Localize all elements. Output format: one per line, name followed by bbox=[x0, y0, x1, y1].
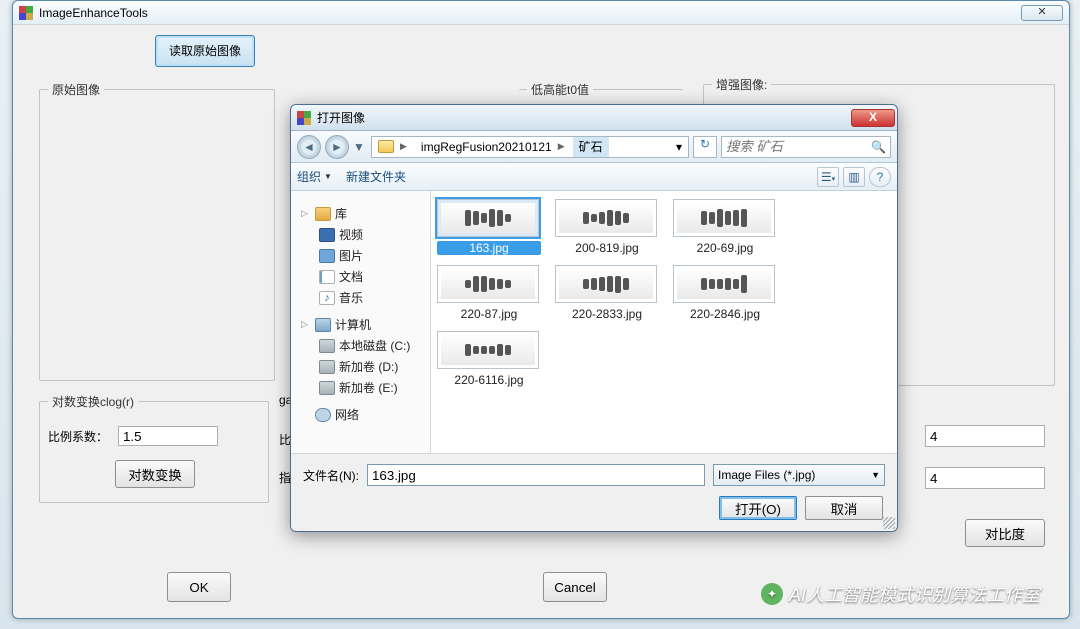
sidebar-music[interactable]: ♪音乐 bbox=[293, 287, 428, 308]
crumb-1[interactable]: imgRegFusion20210121 bbox=[421, 140, 552, 154]
main-titlebar: ImageEnhanceTools ✕ bbox=[13, 1, 1069, 25]
scale-input[interactable] bbox=[118, 426, 218, 446]
dialog-title: 打开图像 bbox=[317, 109, 365, 126]
crumb-dropdown[interactable]: ▾ bbox=[670, 137, 688, 157]
resize-grip[interactable] bbox=[883, 517, 895, 529]
file-item[interactable]: 200-819.jpg bbox=[555, 199, 659, 255]
file-item[interactable]: 220-87.jpg bbox=[437, 265, 541, 321]
contrast-button[interactable]: 对比度 bbox=[965, 519, 1045, 547]
folder-icon bbox=[378, 140, 394, 153]
cancel-button[interactable]: Cancel bbox=[543, 572, 607, 602]
search-icon: 🔍 bbox=[871, 140, 886, 154]
file-item[interactable]: 220-69.jpg bbox=[673, 199, 777, 255]
sidebar-network[interactable]: 网络 bbox=[293, 404, 428, 425]
watermark: ✦ AI人工智能模式识别算法工作室 bbox=[761, 581, 1040, 607]
filename-input[interactable] bbox=[367, 464, 705, 486]
sidebar-library[interactable]: ▷库 bbox=[293, 203, 428, 224]
filename-label: 文件名(N): bbox=[303, 467, 359, 484]
file-item[interactable]: 220-2846.jpg bbox=[673, 265, 777, 321]
filetype-filter[interactable]: Image Files (*.jpg)▼ bbox=[713, 464, 885, 486]
file-name: 220-6116.jpg bbox=[437, 373, 541, 387]
sidebar-drive-d[interactable]: 新加卷 (D:) bbox=[293, 356, 428, 377]
wechat-icon: ✦ bbox=[761, 583, 783, 605]
search-input[interactable] bbox=[726, 139, 867, 154]
file-item[interactable]: 220-6116.jpg bbox=[437, 331, 541, 387]
file-name: 163.jpg bbox=[437, 241, 541, 255]
right-input-1[interactable] bbox=[925, 425, 1045, 447]
preview-pane-button[interactable]: ▥ bbox=[843, 167, 865, 187]
search-box[interactable]: 🔍 bbox=[721, 136, 891, 158]
nav-history-dropdown[interactable]: ▼ bbox=[353, 135, 367, 159]
original-legend: 原始图像 bbox=[48, 81, 104, 98]
main-close-button[interactable]: ✕ bbox=[1021, 5, 1063, 21]
nav-forward-button[interactable]: ► bbox=[325, 135, 349, 159]
view-mode-button[interactable]: ☰▾ bbox=[817, 167, 839, 187]
app-title: ImageEnhanceTools bbox=[39, 6, 148, 20]
clog-legend: 对数变换clog(r) bbox=[48, 393, 138, 410]
dialog-cancel-button[interactable]: 取消 bbox=[805, 496, 883, 520]
enhanced-legend: 增强图像: bbox=[712, 76, 771, 93]
dialog-bottom: 文件名(N): Image Files (*.jpg)▼ 打开(O) 取消 bbox=[291, 453, 897, 531]
breadcrumb[interactable]: ▶ imgRegFusion20210121▶ 矿石 ▾ bbox=[371, 136, 689, 158]
scale-label: 比例系数： bbox=[48, 428, 108, 445]
right-input-2[interactable] bbox=[925, 467, 1045, 489]
ok-button[interactable]: OK bbox=[167, 572, 231, 602]
dialog-titlebar: 打开图像 X bbox=[291, 105, 897, 131]
file-name: 220-69.jpg bbox=[673, 241, 777, 255]
read-original-button[interactable]: 读取原始图像 bbox=[155, 35, 255, 67]
dialog-open-button[interactable]: 打开(O) bbox=[719, 496, 797, 520]
file-name: 220-87.jpg bbox=[437, 307, 541, 321]
sidebar-drive-c[interactable]: 本地磁盘 (C:) bbox=[293, 335, 428, 356]
new-folder-button[interactable]: 新建文件夹 bbox=[346, 168, 406, 185]
help-button[interactable]: ? bbox=[869, 167, 891, 187]
clog-group: 对数变换clog(r) 比例系数： 对数变换 bbox=[39, 393, 269, 503]
file-name: 220-2846.jpg bbox=[673, 307, 777, 321]
app-icon bbox=[19, 6, 33, 20]
dialog-close-button[interactable]: X bbox=[851, 109, 895, 127]
sidebar-video[interactable]: 视频 bbox=[293, 224, 428, 245]
file-name: 200-819.jpg bbox=[555, 241, 659, 255]
sidebar-documents[interactable]: 文档 bbox=[293, 266, 428, 287]
sidebar-pictures[interactable]: 图片 bbox=[293, 245, 428, 266]
dialog-sidebar: ▷库 视频 图片 文档 ♪音乐 ▷计算机 本地磁盘 (C:) 新加卷 (D:) … bbox=[291, 191, 431, 455]
refresh-button[interactable]: ↻ bbox=[693, 136, 717, 158]
nav-back-button[interactable]: ◄ bbox=[297, 135, 321, 159]
file-pane: 163.jpg 200-819.jpg 220-69.jpg 220-87.jpg 22… bbox=[431, 191, 897, 455]
crumb-2[interactable]: 矿石 bbox=[579, 138, 603, 155]
original-image-group: 原始图像 bbox=[39, 81, 275, 381]
low-legend: 低高能t0值 bbox=[527, 81, 593, 98]
open-file-dialog: 打开图像 X ◄ ► ▼ ▶ imgRegFusion20210121▶ 矿石 … bbox=[290, 104, 898, 532]
dialog-icon bbox=[297, 111, 311, 125]
file-item[interactable]: 163.jpg bbox=[437, 199, 541, 255]
file-item[interactable]: 220-2833.jpg bbox=[555, 265, 659, 321]
sidebar-drive-e[interactable]: 新加卷 (E:) bbox=[293, 377, 428, 398]
dialog-navbar: ◄ ► ▼ ▶ imgRegFusion20210121▶ 矿石 ▾ ↻ 🔍 bbox=[291, 131, 897, 163]
sidebar-computer[interactable]: ▷计算机 bbox=[293, 314, 428, 335]
organize-menu[interactable]: 组织▼ bbox=[297, 168, 332, 185]
log-transform-button[interactable]: 对数变换 bbox=[115, 460, 195, 488]
file-name: 220-2833.jpg bbox=[555, 307, 659, 321]
dialog-toolbar: 组织▼ 新建文件夹 ☰▾ ▥ ? bbox=[291, 163, 897, 191]
